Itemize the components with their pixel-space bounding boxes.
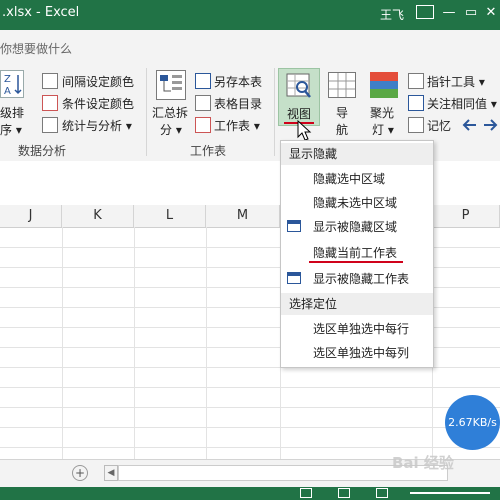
group-separator: [146, 68, 147, 156]
column-header-l[interactable]: L: [134, 205, 206, 227]
maximize-button[interactable]: ▭: [460, 4, 482, 22]
multi-sort-label-2[interactable]: 序 ▾: [0, 121, 22, 138]
window-title: .xlsx - Excel: [2, 5, 80, 20]
menu-item-label: 隐藏选中区域: [313, 172, 386, 186]
table-catalog-icon: [195, 95, 211, 111]
menu-item-show-hidden-area[interactable]: 显示被隐藏区域: [281, 215, 433, 239]
close-button[interactable]: ✕: [480, 4, 500, 22]
sort-az-icon[interactable]: Z A: [0, 70, 24, 98]
minimize-button[interactable]: —: [438, 4, 460, 22]
menu-item-label: 显示被隐藏区域: [313, 220, 398, 234]
menu-item-select-each-row[interactable]: 选区单独选中每行: [281, 317, 433, 341]
arrow-right-icon[interactable]: [482, 118, 498, 132]
track-same-value-icon: [408, 95, 424, 111]
condition-color-button[interactable]: 条件设定颜色: [62, 95, 134, 112]
view-magnifier-icon: [286, 73, 311, 98]
page-layout-icon[interactable]: [338, 488, 350, 498]
stats-analysis-button[interactable]: 统计与分析 ▾: [62, 117, 132, 134]
hide-sheet-underline-annotation: [309, 261, 403, 263]
save-sheet-button[interactable]: 另存本表: [214, 73, 262, 90]
arrow-left-icon[interactable]: [462, 118, 478, 132]
menu-item-label: 显示被隐藏工作表: [313, 272, 410, 286]
menu-item-hide-selection[interactable]: 隐藏选中区域: [281, 167, 433, 191]
status-bar: [0, 487, 500, 500]
spotlight-icon[interactable]: [370, 72, 398, 98]
scroll-left-icon[interactable]: ◀: [104, 465, 118, 481]
group-separator: [274, 68, 275, 156]
navigation-icon[interactable]: [328, 72, 356, 98]
grid-col-line: [134, 227, 135, 459]
summary-split-label-1[interactable]: 汇总拆: [152, 104, 188, 121]
menu-item-label: 隐藏未选中区域: [313, 196, 398, 210]
view-dropdown-menu: 显示隐藏 隐藏选中区域 隐藏未选中区域 显示被隐藏区域 隐藏当前工作表 显示被隐…: [280, 140, 434, 368]
grid-col-line: [62, 227, 63, 459]
ribbon-display-options-icon[interactable]: [416, 5, 434, 19]
tell-me-input[interactable]: 你想要做什么: [0, 40, 72, 57]
menu-item-select-each-column[interactable]: 选区单独选中每列: [281, 341, 433, 365]
menu-item-label: 选区单独选中每列: [313, 346, 410, 360]
menu-section-select-locate: 选择定位: [281, 293, 433, 315]
spotlight-label-2[interactable]: 灯 ▾: [372, 121, 394, 138]
pointer-tool-button[interactable]: 指针工具 ▾: [427, 73, 485, 90]
navigation-label-1[interactable]: 导: [336, 104, 348, 121]
network-speed-badge: 2.67KB/s: [445, 395, 500, 450]
group-label-worksheet: 工作表: [190, 144, 227, 158]
worksheet-button[interactable]: 工作表 ▾: [214, 117, 260, 134]
condition-color-icon: [42, 95, 58, 111]
svg-text:A: A: [4, 86, 11, 97]
worksheet-icon: [195, 117, 211, 133]
menu-section-show-hide: 显示隐藏: [281, 143, 433, 165]
normal-view-icon[interactable]: [300, 488, 312, 498]
stats-analysis-icon: [42, 117, 58, 133]
grid-row-line: [0, 427, 500, 428]
memory-icon: [408, 117, 424, 133]
navigation-label-2[interactable]: 航: [336, 121, 348, 138]
svg-text:Z: Z: [4, 74, 11, 85]
save-sheet-icon: [195, 73, 211, 89]
track-same-value-button[interactable]: 关注相同值 ▾: [427, 95, 497, 112]
multi-sort-label-1[interactable]: 级排: [0, 104, 24, 121]
menu-item-hide-unselected[interactable]: 隐藏未选中区域: [281, 191, 433, 215]
column-header-m[interactable]: M: [206, 205, 280, 227]
grid-row-line: [0, 387, 500, 388]
window-icon: [287, 220, 301, 232]
menu-item-label: 选区单独选中每行: [313, 322, 410, 336]
interval-color-button[interactable]: 间隔设定颜色: [62, 73, 134, 90]
add-sheet-icon[interactable]: +: [72, 465, 88, 481]
grid-row-line: [0, 407, 500, 408]
pointer-tool-icon: [408, 73, 424, 89]
menu-item-label: 隐藏当前工作表: [313, 246, 398, 260]
summary-split-icon[interactable]: [156, 70, 186, 100]
column-header-j[interactable]: J: [0, 205, 62, 227]
watermark: Bai 经验: [392, 454, 454, 472]
mouse-cursor-icon: [297, 120, 312, 141]
grid-row-line: [0, 447, 500, 448]
grid-col-line: [206, 227, 207, 459]
page-break-icon[interactable]: [376, 488, 388, 498]
column-header-p[interactable]: P: [432, 205, 500, 227]
user-name[interactable]: 王飞: [380, 6, 404, 23]
group-label-data-analysis: 数据分析: [18, 144, 67, 158]
summary-split-label-2[interactable]: 分 ▾: [160, 121, 182, 138]
window-icon: [287, 272, 301, 284]
zoom-slider[interactable]: [410, 492, 490, 494]
title-bar: .xlsx - Excel 王飞 — ▭ ✕: [0, 0, 500, 30]
column-header-k[interactable]: K: [62, 205, 134, 227]
menu-item-show-hidden-sheet[interactable]: 显示被隐藏工作表: [281, 267, 433, 291]
interval-color-icon: [42, 73, 58, 89]
table-catalog-button[interactable]: 表格目录: [214, 95, 262, 112]
memory-button[interactable]: 记忆: [427, 117, 451, 134]
view-button[interactable]: 视图: [278, 68, 320, 126]
spotlight-label-1[interactable]: 聚光: [370, 104, 394, 121]
tell-me-bar: 你想要做什么: [0, 30, 500, 65]
